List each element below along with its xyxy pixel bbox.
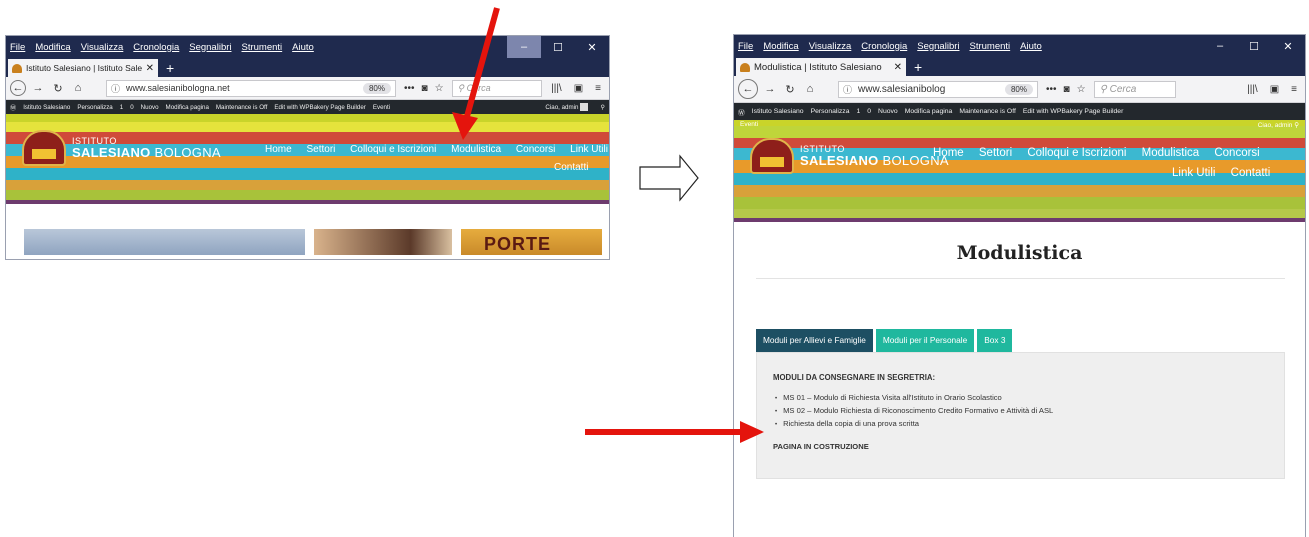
red-arrow-down: [463, 7, 500, 121]
comparison-canvas: File Modifica Visualizza Cronologia Segn…: [0, 0, 1309, 537]
red-arrowhead-right: [740, 421, 764, 443]
annotation-arrows: [452, 7, 764, 443]
red-arrowhead-down: [452, 112, 478, 140]
transition-arrow-icon: [639, 154, 699, 202]
